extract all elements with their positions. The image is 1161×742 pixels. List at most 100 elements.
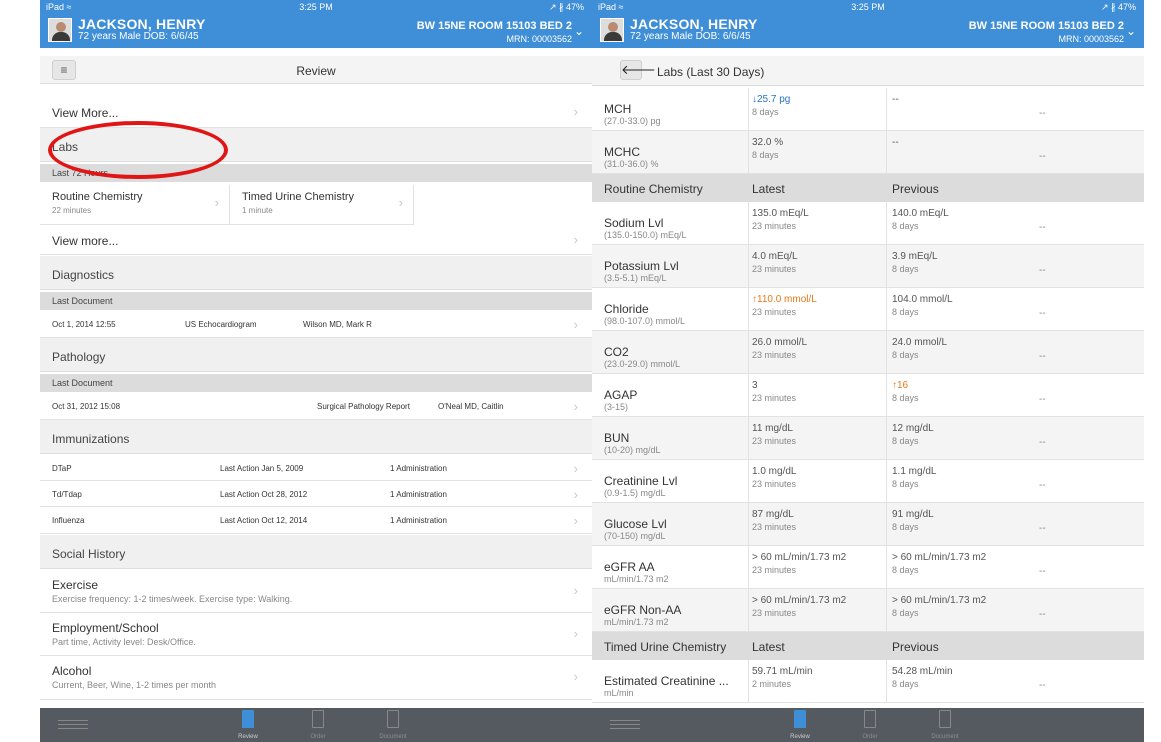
- tab-review[interactable]: Review: [223, 710, 273, 740]
- lab-name: Estimated Creatinine ...: [604, 674, 729, 688]
- lab-older-value: --: [1039, 222, 1046, 233]
- labs-view-more-row[interactable]: View more... ›: [40, 225, 592, 255]
- lab-previous-age: 8 days: [892, 221, 919, 231]
- diagnostics-section-header: Diagnostics: [40, 256, 592, 290]
- pathology-title: Pathology: [52, 350, 106, 364]
- lab-older-value: --: [1039, 437, 1046, 448]
- hamburger-menu-icon[interactable]: [58, 720, 88, 732]
- lab-older-value: --: [1039, 609, 1046, 620]
- diagnostics-subheader: Last Document: [40, 292, 592, 310]
- tab-document[interactable]: Document: [368, 710, 418, 740]
- lab-previous-age: 8 days: [892, 436, 919, 446]
- social-item-title: Alcohol: [52, 664, 92, 678]
- lab-result-row[interactable]: AGAP (3-15) 3 23 minutes ↑16 8 days --: [592, 374, 1144, 417]
- social-history-row-alcohol[interactable]: Alcohol Current, Beer, Wine, 1-2 times p…: [40, 656, 592, 700]
- social-history-title: Social History: [52, 547, 126, 561]
- chevron-right-icon: ›: [573, 669, 578, 684]
- immunization-row-influenza[interactable]: Influenza Last Action Oct 12, 2014 1 Adm…: [40, 507, 592, 534]
- lab-previous-value: 1.1 mg/dL: [892, 466, 937, 477]
- lab-result-row[interactable]: CO2 (23.0-29.0) mmol/L 26.0 mmol/L 23 minut…: [592, 331, 1144, 374]
- group-title: Timed Urine Chemistry: [604, 640, 727, 654]
- back-arrow-button[interactable]: 🡐: [620, 60, 656, 80]
- social-history-row-employment[interactable]: Employment/School Part time, Activity le…: [40, 613, 592, 656]
- immunization-count: 1 Administration: [390, 464, 447, 473]
- lab-previous-value: 54.28 mL/min: [892, 666, 953, 677]
- pathology-document-row[interactable]: Oct 31, 2012 15:08 Surgical Pathology Re…: [40, 392, 592, 420]
- lab-latest-value: 26.0 mmol/L: [752, 337, 808, 348]
- social-item-detail: Current, Beer, Wine, 1-2 times per month: [52, 680, 217, 690]
- lab-latest-age: 23 minutes: [752, 221, 797, 231]
- lab-result-row[interactable]: Potassium Lvl (3.5-5.1) mEq/L 4.0 mEq/L 23 …: [592, 245, 1144, 288]
- lab-latest-value: 11 mg/dL: [752, 423, 793, 434]
- chevron-down-icon[interactable]: ⌄: [1126, 25, 1140, 37]
- chevron-right-icon: ›: [573, 461, 578, 476]
- immunization-row-td-tdap[interactable]: Td/Tdap Last Action Oct 28, 2012 1 Admin…: [40, 481, 592, 507]
- social-history-row-exercise[interactable]: Exercise Exercise frequency: 1-2 times/w…: [40, 570, 592, 613]
- lab-latest-value: 4.0 mEq/L: [752, 251, 798, 262]
- patient-demographics: 72 years Male DOB: 6/6/45: [78, 31, 199, 42]
- patient-avatar: [600, 18, 624, 42]
- lab-result-row[interactable]: MCHC (31.0-36.0) % 32.0 % 8 days -- --: [592, 131, 1144, 174]
- patient-mrn: MRN: 00003562: [1058, 34, 1124, 44]
- document-date: Oct 31, 2012 15:08: [52, 402, 121, 411]
- lab-card-routine-chemistry[interactable]: Routine Chemistry 22 minutes ›: [40, 185, 230, 225]
- lab-latest-age: 23 minutes: [752, 608, 797, 618]
- lab-result-row[interactable]: Creatinine Lvl (0.9-1.5) mg/dL 1.0 mg/dL 23…: [592, 460, 1144, 503]
- tab-order[interactable]: Order: [845, 710, 895, 740]
- immunization-name: Td/Tdap: [52, 490, 82, 499]
- lab-name: eGFR AA: [604, 560, 655, 574]
- status-bar: iPad ≈ 3:25 PM ↗ ∦ 47%: [40, 0, 592, 14]
- labs-nav-bar: 🡐 Labs (Last 30 Days): [592, 56, 1144, 86]
- lab-reference-range: (0.9-1.5) mg/dL: [604, 488, 666, 498]
- lab-previous-age: 8 days: [892, 565, 919, 575]
- lab-result-row[interactable]: Estimated Creatinine ... mL/min 59.71 mL/m…: [592, 660, 1144, 703]
- tab-review[interactable]: Review: [775, 710, 825, 740]
- pathology-subheader: Last Document: [40, 374, 592, 392]
- lab-result-row[interactable]: eGFR Non-AA mL/min/1.73 m2 > 60 mL/min/1.7…: [592, 589, 1144, 632]
- lab-result-row[interactable]: Sodium Lvl (135.0-150.0) mEq/L 135.0 mEq/L…: [592, 202, 1144, 245]
- lab-latest-age: 23 minutes: [752, 479, 797, 489]
- lab-previous-value: > 60 mL/min/1.73 m2: [892, 595, 987, 606]
- pathology-section-header: Pathology: [40, 338, 592, 372]
- pathology-sub-label: Last Document: [52, 378, 113, 388]
- lab-result-row[interactable]: eGFR AA mL/min/1.73 m2 > 60 mL/min/1.73 m2…: [592, 546, 1144, 589]
- lab-name: Creatinine Lvl: [604, 474, 678, 488]
- lab-card-title: Timed Urine Chemistry: [242, 191, 355, 203]
- patient-name: JACKSON, HENRY: [78, 16, 206, 32]
- review-panel: iPad ≈ 3:25 PM ↗ ∦ 47% JACKSON, HENRY 72…: [40, 0, 592, 742]
- tab-order[interactable]: Order: [293, 710, 343, 740]
- lab-latest-value: 1.0 mg/dL: [752, 466, 797, 477]
- patient-header[interactable]: iPad ≈ 3:25 PM ↗ ∦ 47% JACKSON, HENRY 72…: [592, 0, 1144, 48]
- hamburger-menu-icon[interactable]: [610, 720, 640, 732]
- chevron-right-icon: ›: [573, 399, 578, 414]
- view-more-label: View More...: [52, 106, 119, 120]
- lab-latest-age: 23 minutes: [752, 350, 797, 360]
- lab-latest-value: 32.0 %: [752, 137, 784, 148]
- lab-name: AGAP: [604, 388, 638, 402]
- clipboard-icon: [242, 710, 254, 728]
- patient-demographics: 72 years Male DOB: 6/6/45: [630, 31, 751, 42]
- lab-card-timed-urine-chemistry[interactable]: Timed Urine Chemistry 1 minute ›: [230, 185, 414, 225]
- lab-result-row[interactable]: BUN (10-20) mg/dL 11 mg/dL 23 minutes 12 mg/…: [592, 417, 1144, 460]
- lab-reference-range: (70-150) mg/dL: [604, 531, 666, 541]
- column-header-previous: Previous: [892, 640, 939, 654]
- lab-previous-value: 91 mg/dL: [892, 509, 934, 520]
- lab-result-row[interactable]: Glucose Lvl (70-150) mg/dL 87 mg/dL 23 minu…: [592, 503, 1144, 546]
- patient-header[interactable]: iPad ≈ 3:25 PM ↗ ∦ 47% JACKSON, HENRY 72…: [40, 0, 592, 48]
- chevron-down-icon[interactable]: ⌄: [574, 25, 588, 37]
- tab-label: Document: [931, 734, 959, 740]
- immunization-name: Influenza: [52, 516, 85, 525]
- lab-older-value: --: [1039, 351, 1046, 362]
- lab-previous-age: 8 days: [892, 679, 919, 689]
- immunization-row-dtap[interactable]: DTaP Last Action Jan 5, 2009 1 Administr…: [40, 455, 592, 481]
- order-icon: [864, 710, 876, 728]
- clock-label: 3:25 PM: [851, 2, 885, 12]
- lab-result-row[interactable]: MCH (27.0-33.0) pg ↓25.7 pg 8 days -- --: [592, 88, 1144, 131]
- lab-reference-range: (98.0-107.0) mmol/L: [604, 316, 686, 326]
- diagnostics-document-row[interactable]: Oct 1, 2014 12:55 US Echocardiogram Wils…: [40, 310, 592, 338]
- lab-previous-age: 8 days: [892, 479, 919, 489]
- lab-result-row[interactable]: Chloride (98.0-107.0) mmol/L ↑110.0 mmol/L…: [592, 288, 1144, 331]
- tab-document[interactable]: Document: [920, 710, 970, 740]
- lab-latest-age: 23 minutes: [752, 522, 797, 532]
- immunizations-title: Immunizations: [52, 432, 130, 446]
